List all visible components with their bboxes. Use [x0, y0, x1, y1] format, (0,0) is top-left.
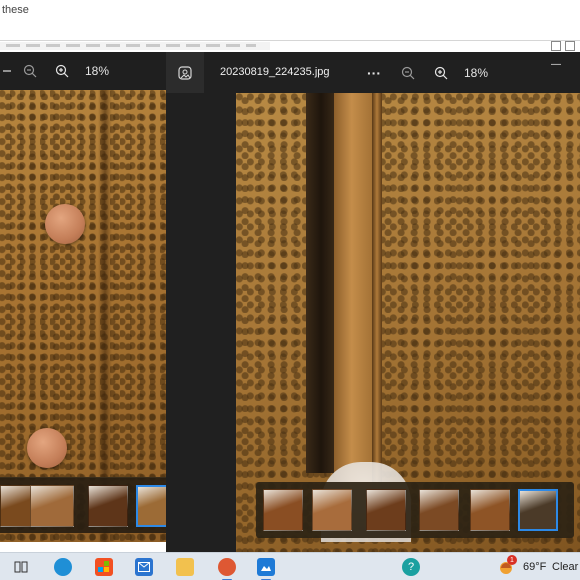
filmstrip-thumbnail[interactable]	[263, 489, 303, 531]
jacket-photo-left	[0, 90, 168, 542]
task-view-icon[interactable]	[12, 558, 30, 576]
filmstrip-left	[0, 477, 168, 533]
filmstrip-thumbnail-selected[interactable]	[136, 485, 168, 527]
help-icon[interactable]: ?	[402, 558, 420, 576]
photos-taskbar-icon[interactable]	[257, 558, 275, 580]
filmstrip-thumbnail[interactable]	[312, 489, 352, 531]
viewer-left-partial-icon[interactable]	[0, 61, 14, 81]
zoom-out-icon[interactable]	[20, 61, 40, 81]
viewer-right-toolbar: 20230819_224235.jpg ··· 18% —	[166, 52, 580, 93]
filmstrip-thumbnail[interactable]	[366, 489, 406, 531]
file-name: 20230819_224235.jpg	[220, 66, 330, 78]
photos-app-icon[interactable]	[166, 52, 204, 93]
duckduckgo-icon[interactable]	[218, 558, 236, 580]
filmstrip-thumbnail[interactable]	[30, 485, 74, 527]
file-explorer-icon[interactable]	[176, 558, 194, 576]
jacket-button-bottom	[27, 428, 67, 468]
zoom-out-icon[interactable]	[398, 63, 418, 83]
weather-temperature[interactable]: 69°F	[523, 561, 546, 573]
jacket-button-top	[45, 204, 85, 244]
more-options-button[interactable]: ···	[362, 63, 386, 83]
filmstrip-thumbnail[interactable]	[88, 485, 128, 527]
viewer-side-panel	[166, 93, 236, 552]
jacket-fold	[98, 90, 112, 542]
zoom-in-icon[interactable]	[52, 61, 72, 81]
browser-tab-square-icon[interactable]	[551, 41, 561, 51]
minimize-button[interactable]: —	[546, 56, 566, 72]
browser-divider	[0, 40, 580, 41]
filmstrip-right	[256, 482, 574, 538]
zoom-level-label: 18%	[84, 64, 110, 78]
viewer-left-toolbar: 18%	[0, 52, 168, 90]
browser-window: these	[0, 0, 580, 52]
weather-condition[interactable]: Clear	[552, 561, 578, 573]
notification-badge: 1	[507, 555, 517, 565]
jacket-opening	[306, 93, 336, 473]
jacket-lapel-seam	[372, 93, 382, 513]
photo-viewer-right[interactable]: 20230819_224235.jpg ··· 18% —	[166, 52, 580, 552]
browser-tab-square-icon-2[interactable]	[565, 41, 575, 51]
taskbar: ? 1 69°F Clear	[0, 552, 580, 580]
photo-viewer-left[interactable]: 18%	[0, 52, 168, 542]
filmstrip-thumbnail[interactable]	[419, 489, 459, 531]
filmstrip-thumbnail-selected[interactable]	[518, 489, 558, 531]
zoom-in-icon[interactable]	[431, 63, 451, 83]
mail-icon[interactable]	[135, 558, 153, 576]
edge-icon[interactable]	[54, 558, 72, 576]
filmstrip-thumbnail[interactable]	[470, 489, 510, 531]
browser-bookmark-items[interactable]	[6, 44, 256, 47]
store-icon[interactable]	[95, 558, 113, 576]
browser-partial-text: these	[2, 4, 29, 16]
zoom-level-label: 18%	[463, 66, 489, 80]
